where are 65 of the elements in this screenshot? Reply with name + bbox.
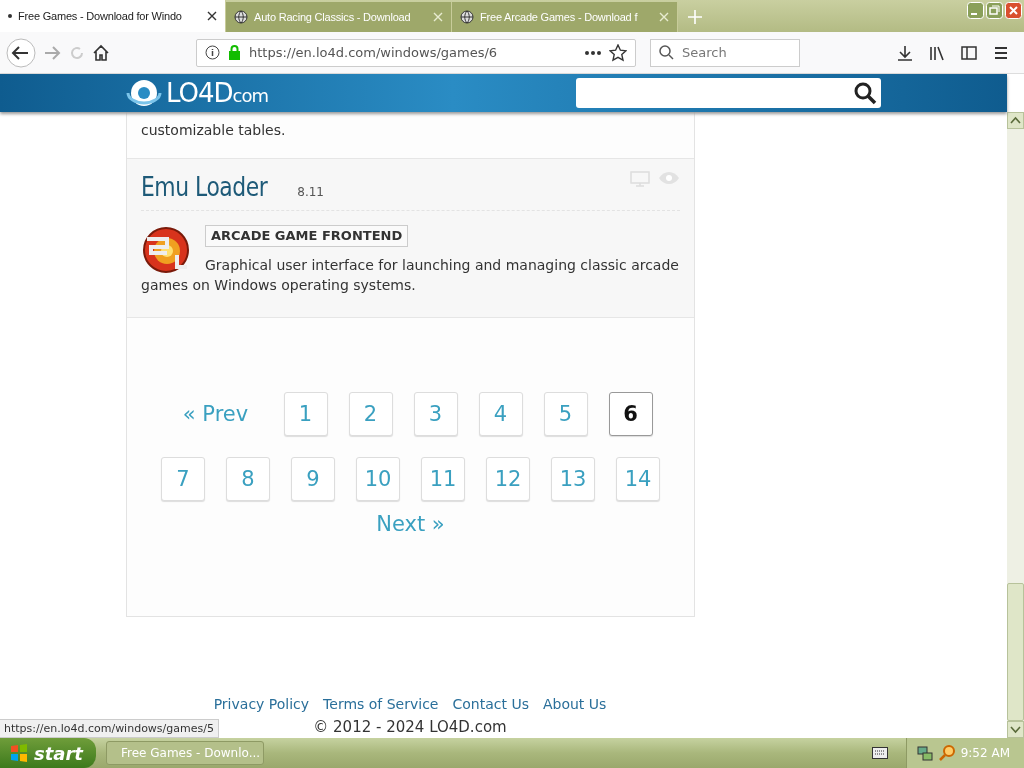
status-url: https://en.lo4d.com/windows/games/5 (0, 719, 219, 738)
info-icon[interactable] (205, 45, 220, 60)
page-button[interactable]: 1 (283, 392, 328, 436)
page-button[interactable]: 14 (616, 457, 660, 501)
monitor-icon (630, 171, 650, 187)
network-icon[interactable] (916, 745, 933, 761)
dot-icon (8, 14, 12, 18)
address-bar[interactable]: https://en.lo4d.com/windows/games/6 (196, 38, 636, 67)
globe-icon (460, 10, 474, 24)
footer-link[interactable]: About Us (542, 696, 607, 712)
page-button[interactable]: 6 (608, 392, 653, 436)
magnifier-icon[interactable] (938, 745, 955, 761)
page-button[interactable]: 7 (161, 457, 205, 501)
version-label: 8.11 (297, 185, 324, 199)
search-icon (659, 45, 674, 60)
page-button[interactable]: 8 (226, 457, 270, 501)
scroll-down-icon[interactable] (1007, 721, 1024, 738)
page-button[interactable]: 2 (348, 392, 393, 436)
page-button[interactable]: 12 (486, 457, 530, 501)
star-icon[interactable] (609, 43, 627, 62)
download-icon[interactable] (896, 43, 914, 62)
browser-tab[interactable]: Free Arcade Games - Download f (452, 2, 678, 32)
search-icon[interactable] (853, 81, 877, 105)
globe-icon (234, 10, 248, 24)
taskbar-button[interactable]: Free Games - Downlo... (106, 741, 264, 765)
back-icon[interactable] (6, 37, 36, 68)
search-field[interactable]: Search (682, 45, 727, 60)
logo-icon (126, 79, 162, 107)
windows-logo-icon (10, 744, 28, 762)
home-icon[interactable] (92, 43, 110, 62)
listing-description: Graphical user interface for launching and managing classic arcade games on Windows operating systems. (141, 257, 679, 293)
page-button[interactable]: 5 (543, 392, 588, 436)
sidebar-icon[interactable] (960, 43, 978, 62)
eye-icon (658, 171, 680, 185)
category-tag[interactable]: ARCADE GAME FRONTEND (205, 225, 409, 247)
footer-link[interactable]: Privacy Policy (213, 696, 310, 712)
page-button[interactable]: 13 (551, 457, 595, 501)
page-button[interactable]: 11 (421, 457, 465, 501)
site-logo[interactable]: LO4Dcom (166, 78, 269, 108)
start-button[interactable]: start (0, 738, 96, 768)
app-icon (141, 225, 191, 275)
keyboard-icon[interactable] (871, 747, 888, 759)
browser-tab[interactable]: Auto Racing Classics - Download (226, 2, 452, 32)
close-icon[interactable] (207, 11, 217, 21)
restore-icon[interactable] (986, 2, 1003, 19)
footer-link[interactable]: Terms of Service (323, 696, 439, 712)
browser-tab[interactable]: Free Games - Download for Windo (0, 0, 226, 32)
footer-link[interactable]: Contact Us (452, 696, 529, 712)
lock-icon (228, 45, 241, 60)
more-icon[interactable] (585, 50, 601, 55)
page-button[interactable]: 10 (356, 457, 400, 501)
page-button[interactable]: 9 (291, 457, 335, 501)
copyright-text: © 2012 - 2024 LO4D.com (313, 718, 507, 736)
program-title[interactable]: Emu Loader (141, 171, 268, 202)
clock: 9:52 AM (960, 746, 1010, 760)
minimize-icon[interactable] (967, 2, 984, 19)
next-link[interactable]: Next » (376, 512, 445, 536)
listing-description: customizable tables. (141, 122, 286, 138)
prev-link[interactable]: « Prev (168, 392, 263, 436)
page-button[interactable]: 3 (413, 392, 458, 436)
scrollbar[interactable] (1007, 112, 1024, 738)
site-search-field[interactable] (576, 78, 881, 108)
scroll-thumb[interactable] (1007, 583, 1024, 721)
scroll-up-icon[interactable] (1007, 112, 1024, 129)
page-button[interactable]: 4 (478, 392, 523, 436)
